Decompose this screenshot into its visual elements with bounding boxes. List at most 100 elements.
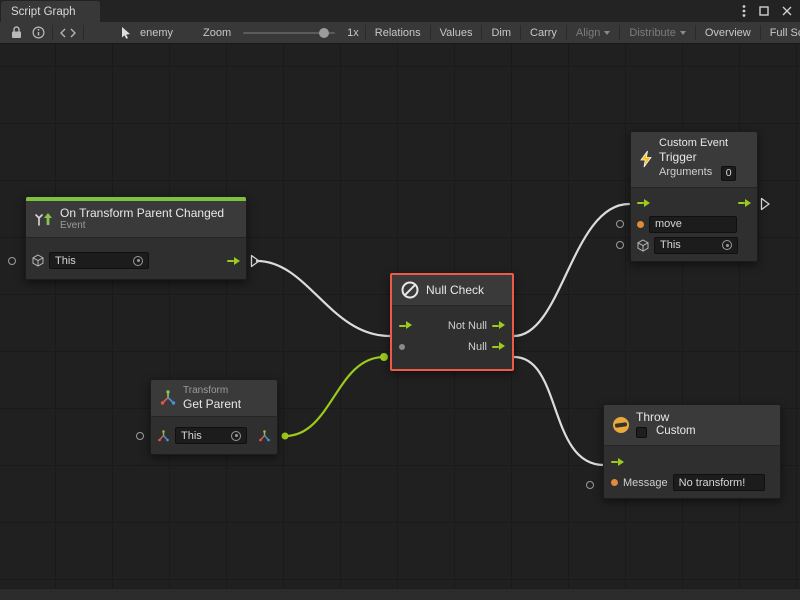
custom-option-row: Custom (636, 424, 696, 440)
event-output-port-triangle[interactable] (250, 254, 261, 268)
transform-port-icon[interactable] (157, 430, 170, 442)
fullscreen-label: Full Screen (770, 27, 800, 39)
align-dropdown-button[interactable]: Align (569, 22, 617, 44)
dropdown-value: This (55, 255, 76, 267)
node-header[interactable]: Null Check (392, 275, 512, 306)
zoom-label: Zoom (199, 27, 235, 39)
values-button[interactable]: Values (433, 22, 480, 44)
toolbar-separator (83, 25, 84, 40)
flow-output-arrow-icon[interactable] (227, 255, 240, 266)
node-on-transform-parent-changed[interactable]: On Transform Parent Changed Event This (25, 196, 247, 280)
node-throw[interactable]: Throw Custom Message No transform! (603, 404, 781, 499)
port-row (611, 451, 773, 472)
node-header[interactable]: Throw Custom (604, 405, 780, 446)
wire-notnull-to-customevent[interactable] (514, 204, 629, 336)
node-title: On Transform Parent Changed (60, 206, 224, 220)
graph-canvas[interactable]: On Transform Parent Changed Event This (0, 44, 800, 600)
event-name-field[interactable]: move (649, 216, 737, 233)
wire-null-to-throw[interactable] (514, 357, 604, 465)
customevent-output-port-triangle[interactable] (760, 197, 771, 211)
zoom-value: 1x (343, 27, 363, 39)
node-title: Trigger (659, 150, 736, 164)
customevent-target-port-circle[interactable] (616, 241, 624, 249)
value-input-port-icon[interactable] (399, 344, 405, 350)
flow-output-arrow-icon[interactable] (492, 320, 505, 331)
flow-input-arrow-icon[interactable] (637, 198, 650, 209)
port-row (637, 193, 751, 214)
null-check-icon (400, 280, 420, 300)
toolbar-separator (430, 25, 431, 40)
zoom-slider[interactable] (243, 32, 335, 34)
custom-checkbox[interactable] (636, 427, 647, 438)
info-icon[interactable] (27, 22, 50, 44)
arguments-label: Arguments (659, 166, 712, 179)
port-row: move (637, 214, 751, 235)
values-label: Values (440, 27, 473, 39)
chevron-down-icon (680, 31, 686, 35)
port-row: Not Null (399, 315, 505, 336)
message-field[interactable]: No transform! (673, 474, 765, 491)
flow-output-arrow-icon[interactable] (492, 341, 505, 352)
cursor-icon (116, 22, 136, 44)
getparent-input-port-circle[interactable] (136, 432, 144, 440)
string-input-port-icon[interactable] (611, 479, 618, 486)
overview-button[interactable]: Overview (698, 22, 758, 44)
flow-input-arrow-icon[interactable] (399, 320, 412, 331)
customevent-name-port-circle[interactable] (616, 220, 624, 228)
target-picker-icon[interactable] (133, 256, 143, 266)
node-title: Throw (636, 410, 696, 424)
node-header[interactable]: Transform Get Parent (151, 380, 277, 417)
toolbar-separator (365, 25, 366, 40)
node-trigger-custom-event[interactable]: Custom Event Trigger Arguments 0 (630, 131, 758, 262)
throw-icon (612, 416, 630, 434)
toolbar-separator (760, 25, 761, 40)
this-dropdown[interactable]: This (49, 252, 149, 269)
target-picker-icon[interactable] (722, 240, 732, 250)
kebab-menu-icon[interactable] (742, 4, 746, 18)
maximize-icon[interactable] (759, 6, 769, 16)
close-icon[interactable] (782, 6, 792, 16)
wire-getparent-to-nullcheck[interactable] (285, 357, 384, 436)
relations-button[interactable]: Relations (368, 22, 428, 44)
zoom-slider-handle[interactable] (319, 28, 329, 38)
node-get-parent[interactable]: Transform Get Parent This (150, 379, 278, 455)
tab-label: Script Graph (11, 6, 76, 18)
gameobject-cube-icon (637, 239, 649, 252)
port-row: Null (399, 336, 505, 357)
window-bottom-edge (0, 588, 800, 600)
node-title: Null Check (426, 283, 484, 297)
lock-icon[interactable] (6, 22, 27, 44)
node-null-check[interactable]: Null Check Not Null Null (390, 273, 514, 371)
throw-message-port-circle[interactable] (586, 481, 594, 489)
target-picker-icon[interactable] (231, 431, 241, 441)
tab-script-graph[interactable]: Script Graph (1, 1, 100, 22)
chevron-down-icon (604, 31, 610, 35)
flow-output-arrow-icon[interactable] (738, 198, 751, 209)
flow-input-arrow-icon[interactable] (611, 456, 624, 467)
node-header[interactable]: On Transform Parent Changed Event (26, 201, 246, 238)
string-input-port-icon[interactable] (637, 221, 644, 228)
node-category: Transform (183, 385, 241, 397)
wire-event-to-nullcheck[interactable] (257, 261, 390, 336)
field-value: No transform! (679, 477, 746, 489)
dropdown-value: This (181, 430, 202, 442)
this-dropdown[interactable]: This (654, 237, 738, 254)
transform-output-port-icon[interactable] (258, 430, 271, 442)
distribute-label: Distribute (629, 27, 675, 39)
node-title: Get Parent (183, 397, 241, 411)
code-view-icon[interactable] (55, 22, 81, 44)
toolbar-separator (52, 25, 53, 40)
carry-button[interactable]: Carry (523, 22, 564, 44)
distribute-dropdown-button[interactable]: Distribute (622, 22, 692, 44)
unity-script-graph-window: Script Graph enemy (0, 0, 800, 600)
node-header[interactable]: Custom Event Trigger Arguments 0 (631, 132, 757, 188)
fullscreen-button[interactable]: Full Screen (763, 22, 800, 44)
dim-button[interactable]: Dim (484, 22, 518, 44)
port-row: This (32, 250, 240, 271)
arguments-count-field[interactable]: 0 (721, 166, 736, 181)
toolbar-separator (481, 25, 482, 40)
port-row: This (637, 235, 751, 256)
this-dropdown[interactable]: This (175, 427, 247, 444)
transform-icon (159, 390, 177, 406)
event-input-port-circle[interactable] (8, 257, 16, 265)
